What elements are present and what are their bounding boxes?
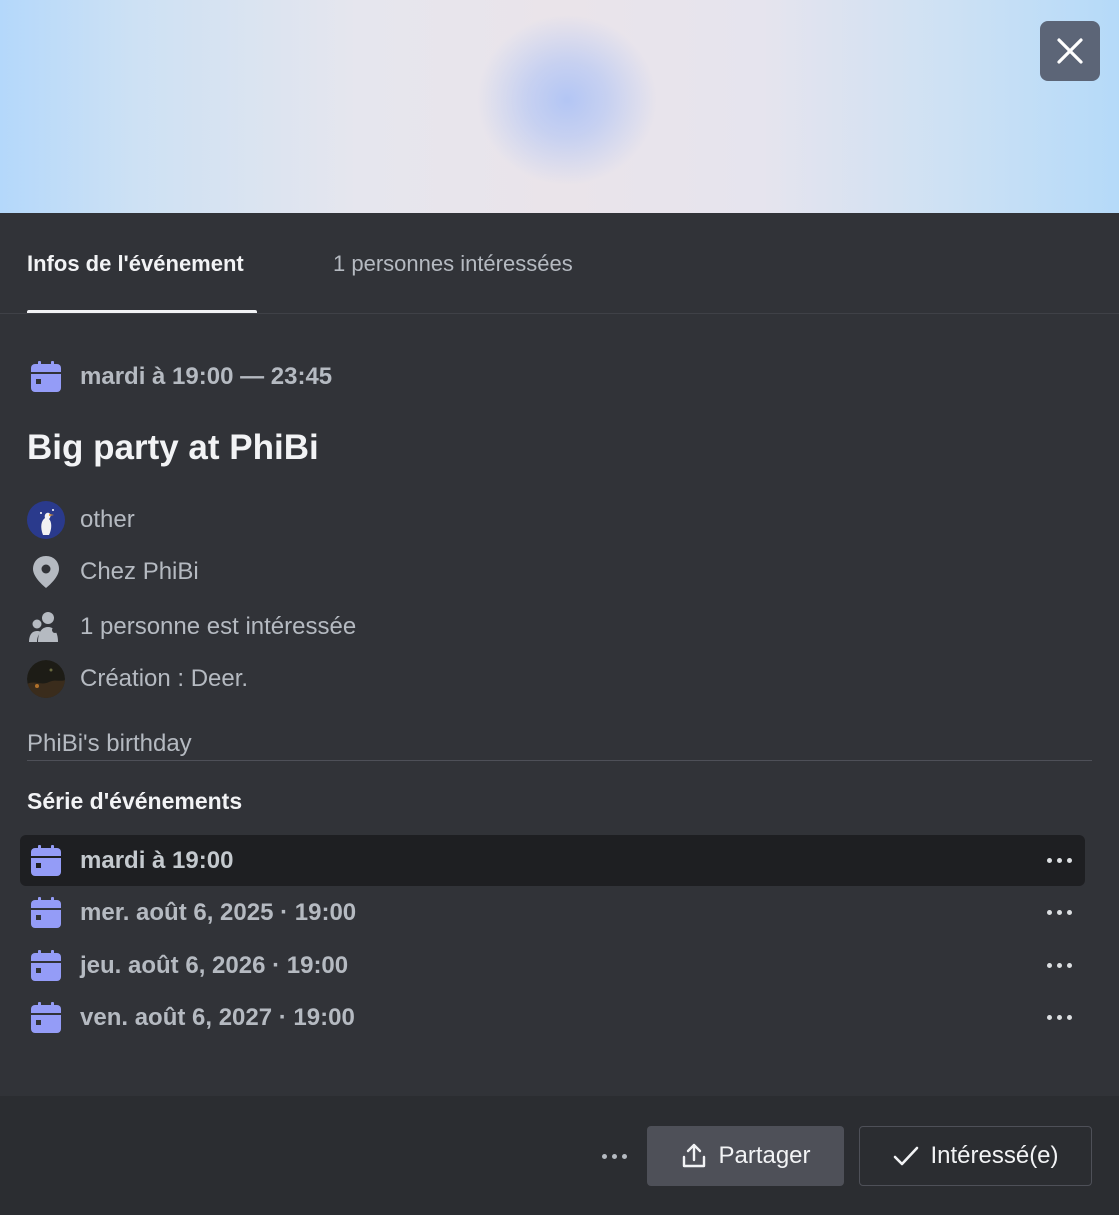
more-options-button[interactable] <box>1041 1002 1077 1032</box>
event-time: mardi à 19:00 — 23:45 <box>80 363 333 390</box>
event-title: Big party at PhiBi <box>27 428 319 467</box>
interested-button[interactable]: Intéressé(e) <box>859 1126 1092 1186</box>
modal-footer: Partager Intéressé(e) <box>0 1096 1119 1215</box>
active-tab-indicator <box>27 310 257 313</box>
event-location-row: Chez PhiBi <box>27 553 199 591</box>
series-item[interactable]: jeu. août 6, 2026 · 19:00 <box>20 940 1085 991</box>
event-server-row[interactable]: other <box>27 501 135 539</box>
event-cover-banner <box>0 0 1119 213</box>
event-creator: Création : Deer. <box>80 665 249 692</box>
server-avatar <box>27 501 65 539</box>
close-icon <box>1057 38 1083 64</box>
share-button[interactable]: Partager <box>647 1126 844 1186</box>
section-divider <box>27 760 1092 761</box>
series-item-label: jeu. août 6, 2026 · 19:00 <box>80 951 349 979</box>
series-heading: Série d'événements <box>27 788 243 814</box>
share-button-label: Partager <box>718 1142 811 1169</box>
more-options-button[interactable] <box>1041 845 1077 875</box>
series-item-label: mardi à 19:00 <box>80 846 234 874</box>
series-item-label: ven. août 6, 2027 · 19:00 <box>80 1003 355 1031</box>
event-time-row: mardi à 19:00 — 23:45 <box>27 358 332 396</box>
tab-interested-people[interactable]: 1 personnes intéressées <box>333 251 573 277</box>
calendar-icon <box>27 999 65 1037</box>
tab-event-info[interactable]: Infos de l'événement <box>27 251 244 277</box>
location-pin-icon <box>27 553 65 591</box>
interested-button-label: Intéressé(e) <box>930 1142 1059 1169</box>
tab-bar: Infos de l'événement 1 personnes intéres… <box>0 213 1119 314</box>
event-interested-row: 1 personne est intéressée <box>27 608 356 646</box>
series-item[interactable]: mer. août 6, 2025 · 19:00 <box>20 887 1085 938</box>
interested-count: 1 personne est intéressée <box>80 613 357 640</box>
calendar-icon <box>27 358 65 396</box>
close-button[interactable] <box>1040 21 1100 81</box>
more-options-button[interactable] <box>1041 897 1077 927</box>
creator-avatar <box>27 660 65 698</box>
series-item-label: mer. août 6, 2025 · 19:00 <box>80 898 357 926</box>
calendar-icon <box>27 894 65 932</box>
event-location: Chez PhiBi <box>80 558 199 585</box>
more-options-button[interactable] <box>1041 950 1077 980</box>
calendar-icon <box>27 947 65 985</box>
series-item[interactable]: mardi à 19:00 <box>20 835 1085 886</box>
calendar-icon <box>27 842 65 880</box>
share-icon <box>680 1142 708 1170</box>
check-icon <box>892 1142 920 1170</box>
event-creator-row[interactable]: Création : Deer. <box>27 660 248 698</box>
more-actions-button[interactable] <box>594 1142 634 1170</box>
server-name: other <box>80 506 135 533</box>
event-description: PhiBi's birthday <box>27 730 192 757</box>
series-item[interactable]: ven. août 6, 2027 · 19:00 <box>20 992 1085 1043</box>
people-icon <box>27 608 65 646</box>
